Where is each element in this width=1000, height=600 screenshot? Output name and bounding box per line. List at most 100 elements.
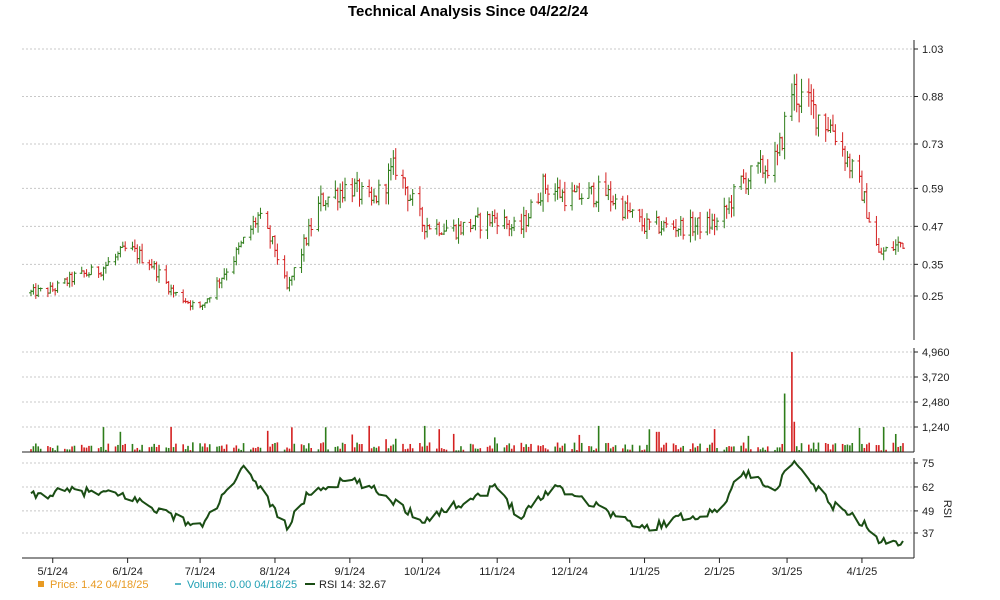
price-ohlc-bar	[816, 114, 821, 137]
price-ohlc-bar	[529, 199, 534, 219]
price-ohlc-bar	[589, 185, 594, 195]
price-ohlc-bar	[760, 155, 765, 178]
price-ohlc-bar	[289, 275, 294, 286]
volume-panel: 4,960 3,720 2,480 1,240	[22, 347, 950, 453]
price-ohlc-bar	[135, 244, 140, 264]
price-ohlc-bar	[31, 284, 36, 295]
price-ohlc-bar	[422, 224, 427, 240]
price-ohlc-bar	[705, 211, 710, 236]
legend-square-icon	[38, 581, 44, 587]
price-tick-label: 0.25	[922, 291, 943, 303]
price-ohlc-bar	[775, 144, 780, 166]
price-ohlc-bar	[321, 192, 326, 207]
price-ohlc-bar	[29, 289, 33, 296]
price-ohlc-bar	[843, 145, 848, 171]
legend-label: Volume: 0.00 04/18/25	[187, 579, 297, 591]
price-ohlc-bar	[48, 281, 53, 294]
price-ohlc-bar	[630, 209, 635, 218]
rsi-tick-label: 75	[922, 458, 934, 470]
x-tick-label: 9/1/24	[335, 566, 366, 578]
price-ohlc-bar	[65, 276, 70, 287]
price-ohlc-bar	[541, 173, 546, 212]
price-ohlc-bar	[884, 246, 889, 252]
price-ohlc-bar	[173, 291, 178, 296]
price-ohlc-bar	[833, 124, 838, 146]
price-ohlc-bar	[236, 242, 241, 255]
price-ohlc-bar	[79, 266, 84, 274]
price-tick-label: 0.59	[922, 183, 943, 195]
price-ohlc-bar	[504, 216, 509, 230]
price-ohlc-bar	[671, 220, 676, 230]
price-ohlc-bar	[164, 265, 169, 285]
price-ohlc-bar	[96, 266, 101, 278]
price-ohlc-bar	[896, 236, 901, 252]
price-ohlc-bar	[693, 217, 698, 241]
price-ohlc-bar	[340, 181, 345, 203]
price-ohlc-bar	[282, 255, 287, 279]
price-ohlc-bar	[879, 247, 884, 255]
price-ohlc-bar	[613, 193, 618, 210]
price-ohlc-bar	[502, 209, 507, 230]
price-ohlc-bar	[859, 170, 864, 201]
price-ohlc-bar	[461, 221, 466, 236]
price-ohlc-bar	[570, 182, 575, 211]
price-ohlc-bar	[659, 221, 664, 236]
price-ohlc-bar	[657, 216, 662, 235]
price-ohlc-bar	[823, 113, 828, 142]
legend-item: Volume: 0.00 04/18/25	[175, 579, 297, 591]
chart-title: Technical Analysis Since 04/22/24	[348, 3, 589, 20]
rsi-tick-label: 49	[922, 506, 934, 518]
x-axis-ticks: 5/1/24 6/1/24 7/1/24 8/1/24 9/1/24 10/1/24 11/…	[37, 558, 877, 578]
price-ohlc-bar	[101, 266, 106, 281]
price-ohlc-bar	[478, 212, 483, 239]
price-ohlc-bar	[625, 195, 630, 219]
price-ohlc-bar	[765, 159, 770, 179]
price-ohlc-bar	[857, 154, 862, 183]
price-ohlc-bar	[485, 211, 490, 240]
price-ohlc-bar	[318, 185, 323, 212]
price-ohlc-bar	[270, 235, 275, 245]
price-ohlc-bar	[814, 104, 819, 136]
x-tick-label: 5/1/24	[37, 566, 68, 578]
price-ohlc-bar	[285, 271, 290, 290]
legend-item: Price: 1.42 04/18/25	[38, 579, 148, 591]
price-ohlc-bar	[507, 220, 512, 237]
price-ohlc-bar	[202, 302, 207, 308]
price-ohlc-bar	[188, 300, 193, 311]
price-ohlc-bar	[38, 287, 43, 292]
legend-label: RSI 14: 32.67	[319, 579, 386, 591]
price-ohlc-bar	[434, 219, 439, 235]
x-tick-label: 12/1/24	[551, 566, 588, 578]
price-ohlc-bar	[219, 277, 224, 289]
price-ohlc-bar	[272, 235, 277, 258]
price-ohlc-bar	[792, 74, 797, 111]
price-ohlc-bar	[538, 192, 543, 206]
price-ohlc-bar	[137, 246, 142, 264]
price-ohlc-bar	[828, 119, 833, 133]
price-ohlc-bar	[620, 195, 625, 221]
volume-grid	[22, 351, 914, 428]
price-ohlc-bar	[594, 200, 599, 208]
volume-tick-label: 1,240	[922, 422, 950, 434]
price-ohlc-bar	[521, 206, 526, 238]
price-tick-label: 0.35	[922, 259, 943, 271]
price-ohlc-bar	[234, 247, 239, 266]
price-ohlc-bar	[782, 111, 787, 160]
price-ohlc-bar	[495, 212, 500, 235]
price-ohlc-bar	[241, 236, 246, 244]
price-ohlc-bar	[557, 179, 562, 199]
price-ohlc-bar	[586, 182, 591, 199]
price-ohlc-bar	[140, 243, 145, 264]
price-panel: 1.03 0.88 0.73 0.59 0.47 0.35 0.25	[22, 40, 943, 340]
price-ohlc-bar	[169, 284, 174, 296]
price-y-ticks: 1.03 0.88 0.73 0.59 0.47 0.35 0.25	[914, 44, 943, 303]
price-ohlc-bar	[33, 283, 38, 299]
price-ohlc-bar	[901, 242, 905, 250]
price-ohlc-bar	[53, 288, 58, 296]
price-ohlc-bar	[231, 256, 236, 275]
price-ohlc-bar	[425, 217, 430, 238]
price-ohlc-bar	[152, 260, 157, 270]
volume-tick-label: 4,960	[922, 347, 950, 359]
x-tick-label: 1/1/25	[629, 566, 660, 578]
price-ohlc-bar	[352, 178, 357, 197]
